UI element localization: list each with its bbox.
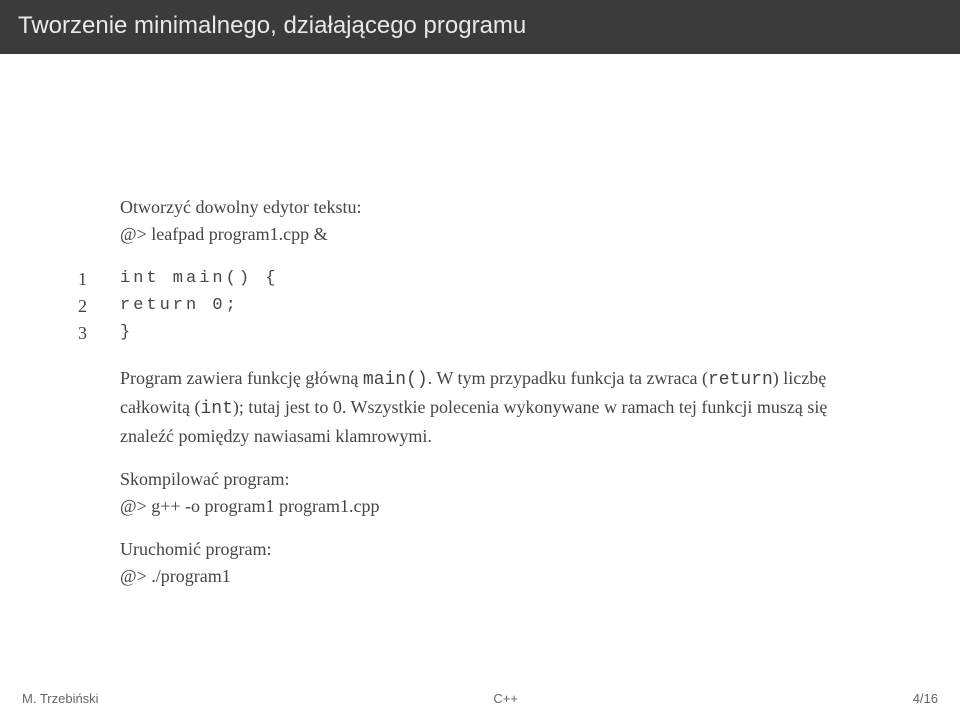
run-command: @> ./program1 [120, 563, 840, 590]
run-label: Uruchomić program: [120, 536, 840, 563]
explanation-paragraph: Program zawiera funkcję główną main(). W… [120, 365, 840, 450]
code-text: int main() { [120, 266, 278, 293]
slide-title: Tworzenie minimalnego, działającego prog… [0, 0, 960, 54]
line-number: 3 [70, 320, 120, 347]
code-block: 1 int main() { 2 return 0; 3 } [70, 266, 840, 347]
code-line-2: 2 return 0; [70, 293, 840, 320]
compile-command: @> g++ -o program1 program1.cpp [120, 493, 840, 520]
line-number: 2 [70, 293, 120, 320]
para-text: Program zawiera funkcję główną [120, 368, 363, 388]
code-line-1: 1 int main() { [70, 266, 840, 293]
slide-content: Otworzyć dowolny edytor tekstu: @> leafp… [0, 54, 960, 590]
code-inline-main: main() [363, 370, 428, 390]
para-text: . W tym przypadku funkcja ta zwraca ( [428, 368, 708, 388]
code-text: } [120, 320, 133, 347]
footer: M. Trzebiński C++ 4/16 [0, 691, 960, 706]
footer-page: 4/16 [913, 691, 938, 706]
code-line-3: 3 } [70, 320, 840, 347]
compile-block: Skompilować program: @> g++ -o program1 … [120, 466, 840, 520]
intro-text: Otworzyć dowolny edytor tekstu: [120, 194, 840, 221]
intro-block: Otworzyć dowolny edytor tekstu: @> leafp… [120, 194, 840, 248]
footer-author: M. Trzebiński [22, 691, 99, 706]
line-number: 1 [70, 266, 120, 293]
code-text: return 0; [120, 293, 239, 320]
code-inline-return: return [708, 370, 773, 390]
code-inline-int: int [200, 399, 232, 419]
editor-command: @> leafpad program1.cpp & [120, 221, 840, 248]
compile-label: Skompilować program: [120, 466, 840, 493]
run-block: Uruchomić program: @> ./program1 [120, 536, 840, 590]
footer-title: C++ [493, 691, 518, 706]
